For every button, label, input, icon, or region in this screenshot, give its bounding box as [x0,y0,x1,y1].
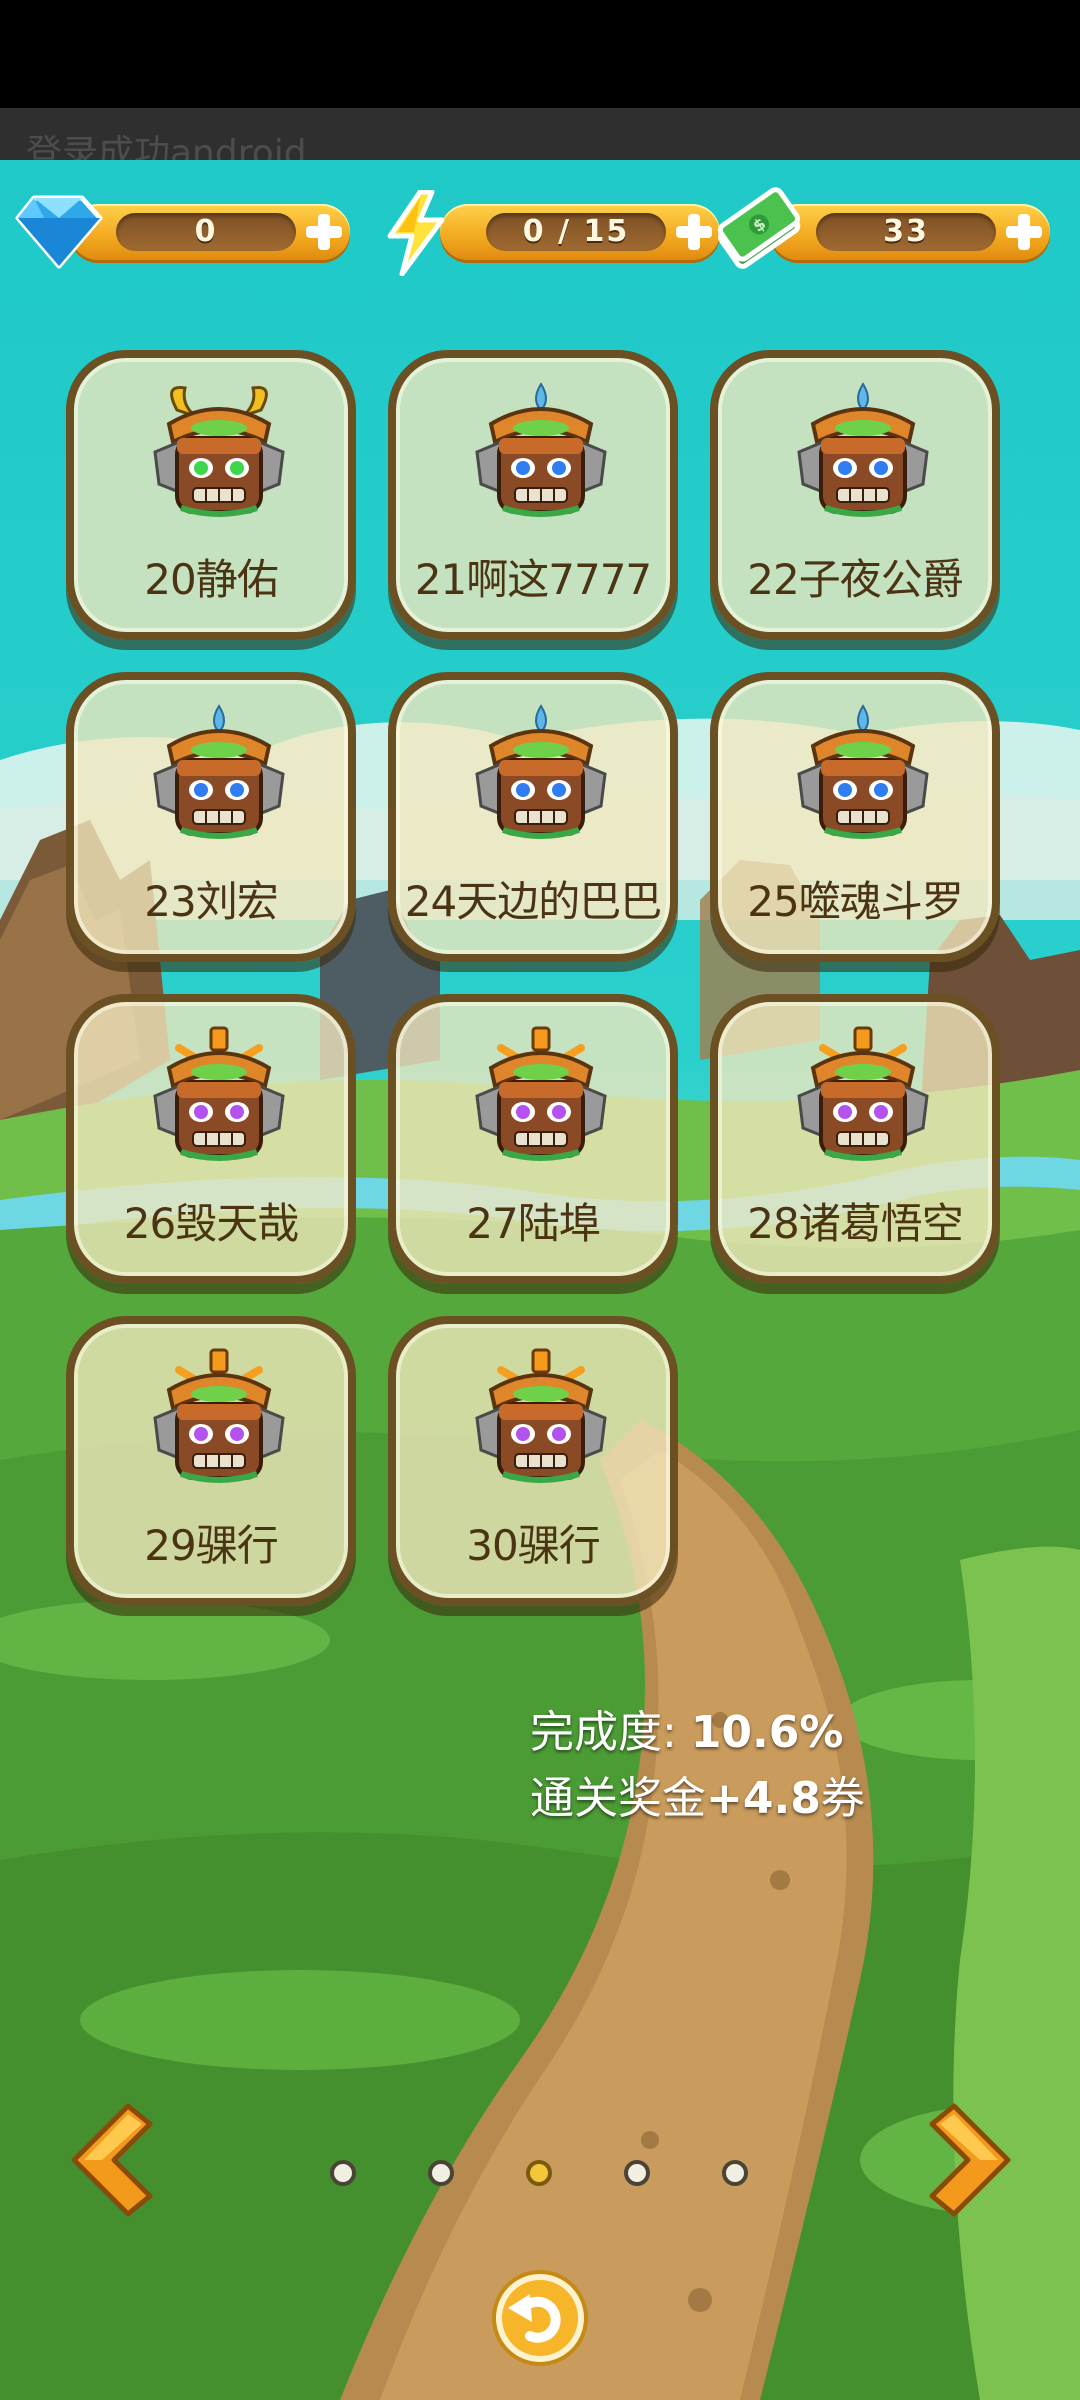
player-card[interactable]: 25噬魂斗罗 [710,672,1000,962]
toast-strip: 登录成功android [0,108,1080,164]
cash-value: 33 [883,214,929,249]
chevron-right-icon[interactable] [924,2100,1024,2220]
progress-panel: 完成度: 10.6% 通关奖金+4.8券 [530,1700,865,1832]
player-label: 21啊这7777 [414,555,652,604]
tribal-mask-icon [153,1348,285,1483]
player-label: 24天边的巴巴 [404,877,662,926]
player-card[interactable]: 24天边的巴巴 [388,672,678,962]
completion-label: 完成度: [530,1707,691,1758]
lightning-icon [387,190,445,276]
page-dot[interactable] [624,2160,650,2186]
add-cash-button[interactable] [1002,210,1046,254]
return-arrow-icon[interactable] [490,2268,590,2368]
player-label: 30骒行 [466,1521,600,1570]
tribal-mask-icon [153,385,285,517]
diamond-pill: 0 [70,204,350,260]
player-card[interactable]: 22子夜公爵 [710,350,1000,640]
page-dot[interactable] [330,2160,356,2186]
diamond-icon [15,195,103,269]
tribal-mask-icon [797,1026,929,1161]
game-screen: 0 0 / 15 33 $ 20静佑 21啊这7777 22子夜公爵 23刘宏 … [0,160,1080,2400]
completion-line: 完成度: 10.6% [530,1700,865,1766]
player-card[interactable]: 26毁天哉 [66,994,356,1284]
reward-unit: 券 [820,1773,865,1824]
add-diamond-button[interactable] [302,210,346,254]
player-label: 25噬魂斗罗 [747,877,963,926]
page-dot[interactable] [428,2160,454,2186]
cash-pill: 33 [770,204,1050,260]
player-card[interactable]: 30骒行 [388,1316,678,1606]
chevron-left-icon[interactable] [58,2100,158,2220]
reward-value: +4.8 [706,1773,821,1824]
player-label: 26毁天哉 [123,1199,299,1248]
tribal-mask-icon [153,1026,285,1161]
player-label: 27陆埠 [466,1199,600,1248]
player-card[interactable]: 23刘宏 [66,672,356,962]
player-card[interactable]: 29骒行 [66,1316,356,1606]
page-dot[interactable] [722,2160,748,2186]
player-label: 29骒行 [144,1521,278,1570]
tribal-mask-icon [475,1348,607,1483]
diamond-counter: 0 [10,190,350,270]
player-card[interactable]: 27陆埠 [388,994,678,1284]
reward-label: 通关奖金 [530,1773,706,1824]
tribal-mask-icon [797,704,929,839]
energy-value: 0 / 15 [522,214,630,249]
cash-stack-icon: $ [717,187,801,269]
reward-line: 通关奖金+4.8券 [530,1766,865,1832]
page-dot[interactable] [526,2160,552,2186]
status-bar [0,0,1080,108]
player-card[interactable]: 21啊这7777 [388,350,678,640]
player-label: 23刘宏 [144,877,278,926]
player-card[interactable]: 28诸葛悟空 [710,994,1000,1284]
player-label: 28诸葛悟空 [747,1199,963,1248]
completion-value: 10.6% [690,1707,844,1758]
energy-slot: 0 / 15 [486,213,666,251]
tribal-mask-icon [153,704,285,839]
energy-pill: 0 / 15 [440,204,720,260]
player-label: 22子夜公爵 [747,555,963,604]
tribal-mask-icon [475,382,607,517]
tribal-mask-icon [797,382,929,517]
energy-counter: 0 / 15 [380,190,720,276]
diamond-slot: 0 [116,213,296,251]
tribal-mask-icon [475,704,607,839]
player-label: 20静佑 [144,555,278,604]
tribal-mask-icon [475,1026,607,1161]
diamond-value: 0 [194,214,218,249]
cash-counter: 33 $ [710,187,1050,270]
cash-slot: 33 [816,213,996,251]
player-card[interactable]: 20静佑 [66,350,356,640]
